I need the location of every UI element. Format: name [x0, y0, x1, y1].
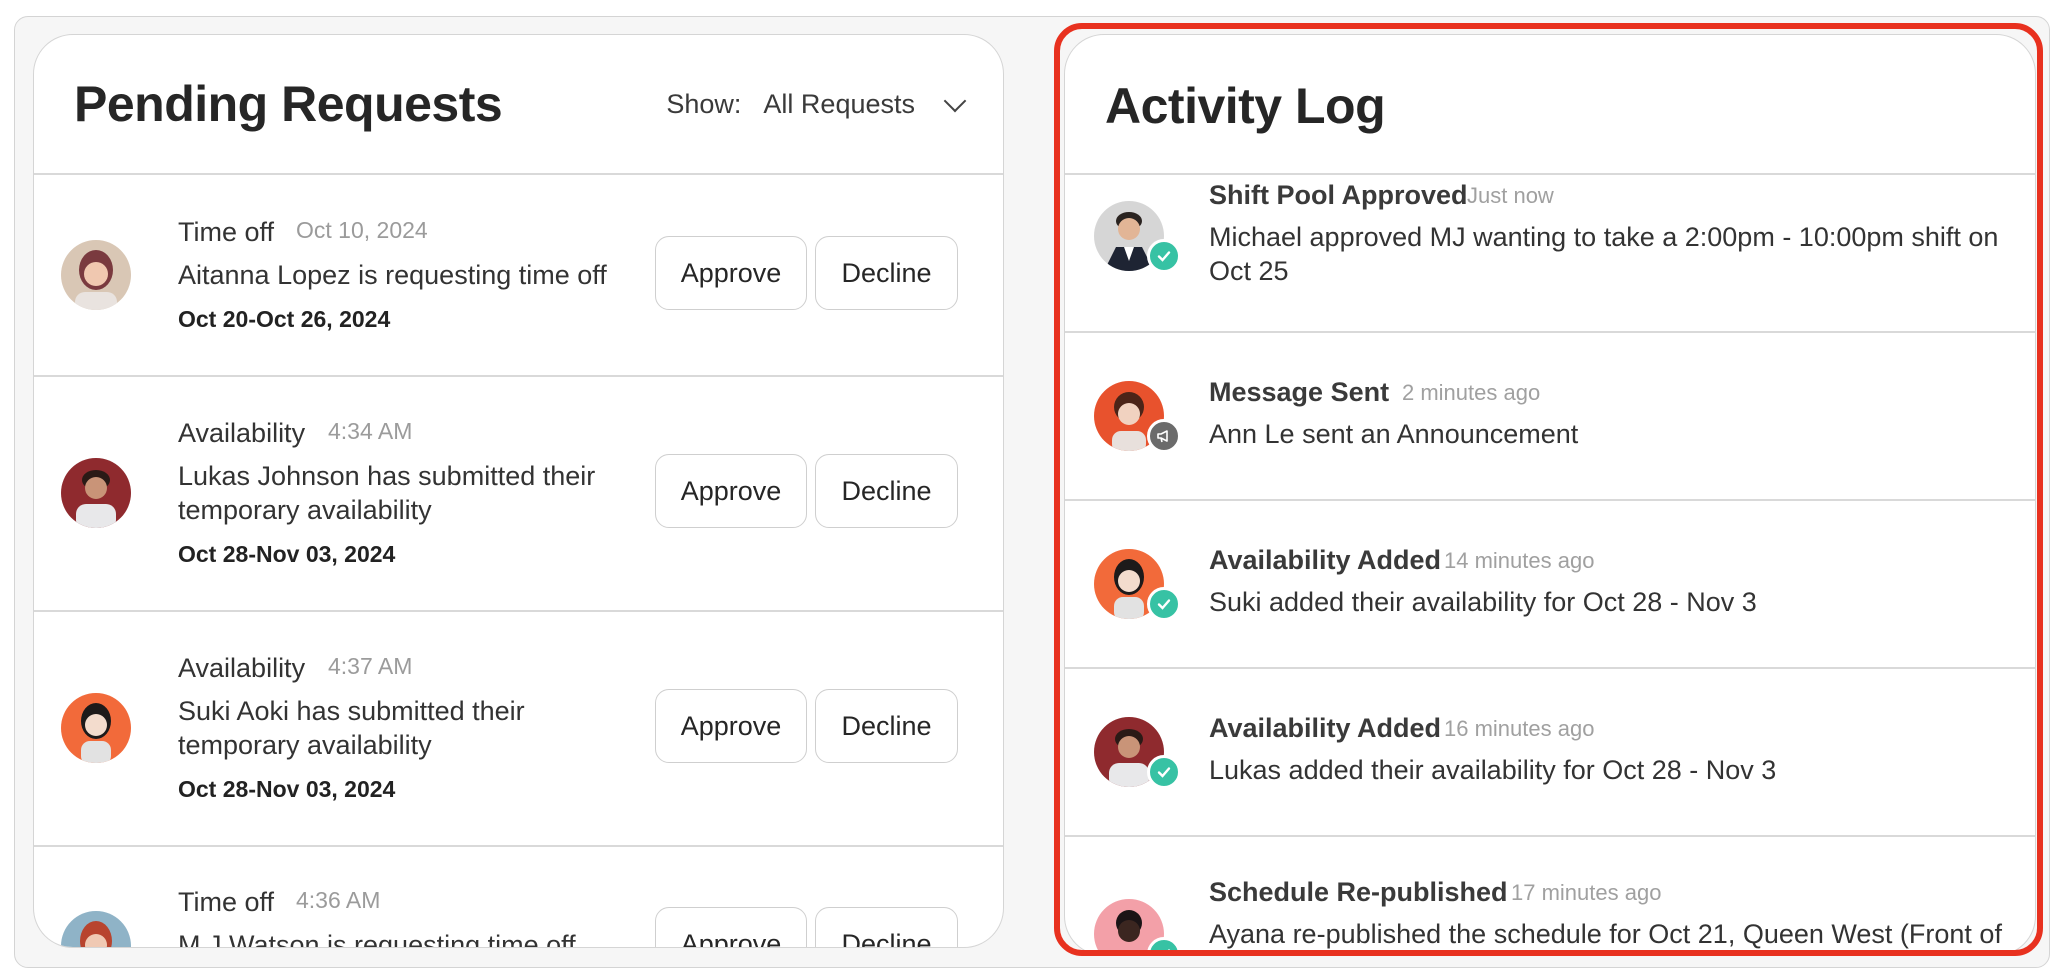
- filter-value[interactable]: All Requests: [763, 89, 915, 120]
- request-filter[interactable]: Show: All Requests: [666, 89, 967, 120]
- request-type: Time off: [178, 217, 275, 247]
- divider: [34, 173, 1003, 175]
- divider: [1065, 499, 2035, 501]
- divider: [1065, 667, 2035, 669]
- request-description: Aitanna Lopez is requesting time off: [178, 260, 607, 290]
- decline-button[interactable]: Decline: [815, 236, 958, 310]
- check-icon: [1147, 587, 1181, 621]
- activity-title: Shift Pool Approved: [1209, 180, 1468, 210]
- request-time: 4:37 AM: [328, 653, 413, 679]
- check-icon: [1147, 755, 1181, 789]
- activity-time: 2 minutes ago: [1402, 380, 1541, 405]
- check-icon: [1147, 239, 1181, 273]
- divider: [34, 610, 1003, 612]
- decline-button[interactable]: Decline: [815, 907, 958, 947]
- divider: [1065, 173, 2035, 175]
- avatar: [61, 458, 131, 528]
- request-time: 4:34 AM: [328, 418, 413, 444]
- avatar: [61, 911, 131, 947]
- pending-requests-title: Pending Requests: [74, 76, 503, 132]
- request-type: Availability: [178, 418, 306, 448]
- activity-description: Ayana re-published the schedule for Oct …: [1209, 919, 2002, 949]
- filter-label: Show:: [666, 89, 742, 119]
- activity-time: Just now: [1467, 183, 1554, 208]
- request-dates: Oct 28-Nov 03, 2024: [178, 541, 396, 567]
- activity-title: Message Sent: [1209, 377, 1390, 407]
- activity-log-title: Activity Log: [1105, 78, 1386, 134]
- decline-button[interactable]: Decline: [815, 454, 958, 528]
- request-description: Suki Aoki has submitted their temporary …: [178, 696, 525, 760]
- activity-title: Schedule Re-published: [1209, 877, 1508, 907]
- approve-button[interactable]: Approve: [655, 907, 807, 947]
- activity-title: Availability Added: [1209, 713, 1442, 743]
- avatar: [61, 240, 131, 310]
- activity-log-card: Activity Log Shift Pool Approved Just no…: [1064, 34, 2036, 956]
- divider: [34, 375, 1003, 377]
- avatar: [61, 693, 131, 763]
- divider: [34, 845, 1003, 847]
- chevron-down-icon[interactable]: [943, 89, 967, 112]
- activity-title: Availability Added: [1209, 545, 1442, 575]
- divider: [1065, 835, 2035, 837]
- request-description: M J Watson is requesting time off: [178, 930, 576, 948]
- decline-button[interactable]: Decline: [815, 689, 958, 763]
- approve-button[interactable]: Approve: [655, 236, 807, 310]
- divider: [1065, 331, 2035, 333]
- megaphone-icon: [1147, 419, 1181, 453]
- request-type: Time off: [178, 887, 275, 917]
- activity-description: Michael approved MJ wanting to take a 2:…: [1209, 222, 1999, 286]
- request-description: Lukas Johnson has submitted their tempor…: [178, 461, 596, 525]
- activity-description: Lukas added their availability for Oct 2…: [1209, 755, 1777, 785]
- request-dates: Oct 28-Nov 03, 2024: [178, 776, 396, 802]
- approve-button[interactable]: Approve: [655, 454, 807, 528]
- request-time: Oct 10, 2024: [296, 217, 428, 243]
- activity-time: 14 minutes ago: [1444, 548, 1595, 573]
- approve-button[interactable]: Approve: [655, 689, 807, 763]
- activity-description: Ann Le sent an Announcement: [1209, 419, 1579, 449]
- pending-requests-card: Pending Requests Show: All Requests Time…: [33, 34, 1004, 948]
- request-dates: Oct 20-Oct 26, 2024: [178, 306, 391, 332]
- activity-description: Suki added their availability for Oct 28…: [1209, 587, 1757, 617]
- request-type: Availability: [178, 653, 306, 683]
- activity-time: 16 minutes ago: [1444, 716, 1595, 741]
- request-time: 4:36 AM: [296, 887, 381, 913]
- activity-time: 17 minutes ago: [1511, 880, 1662, 905]
